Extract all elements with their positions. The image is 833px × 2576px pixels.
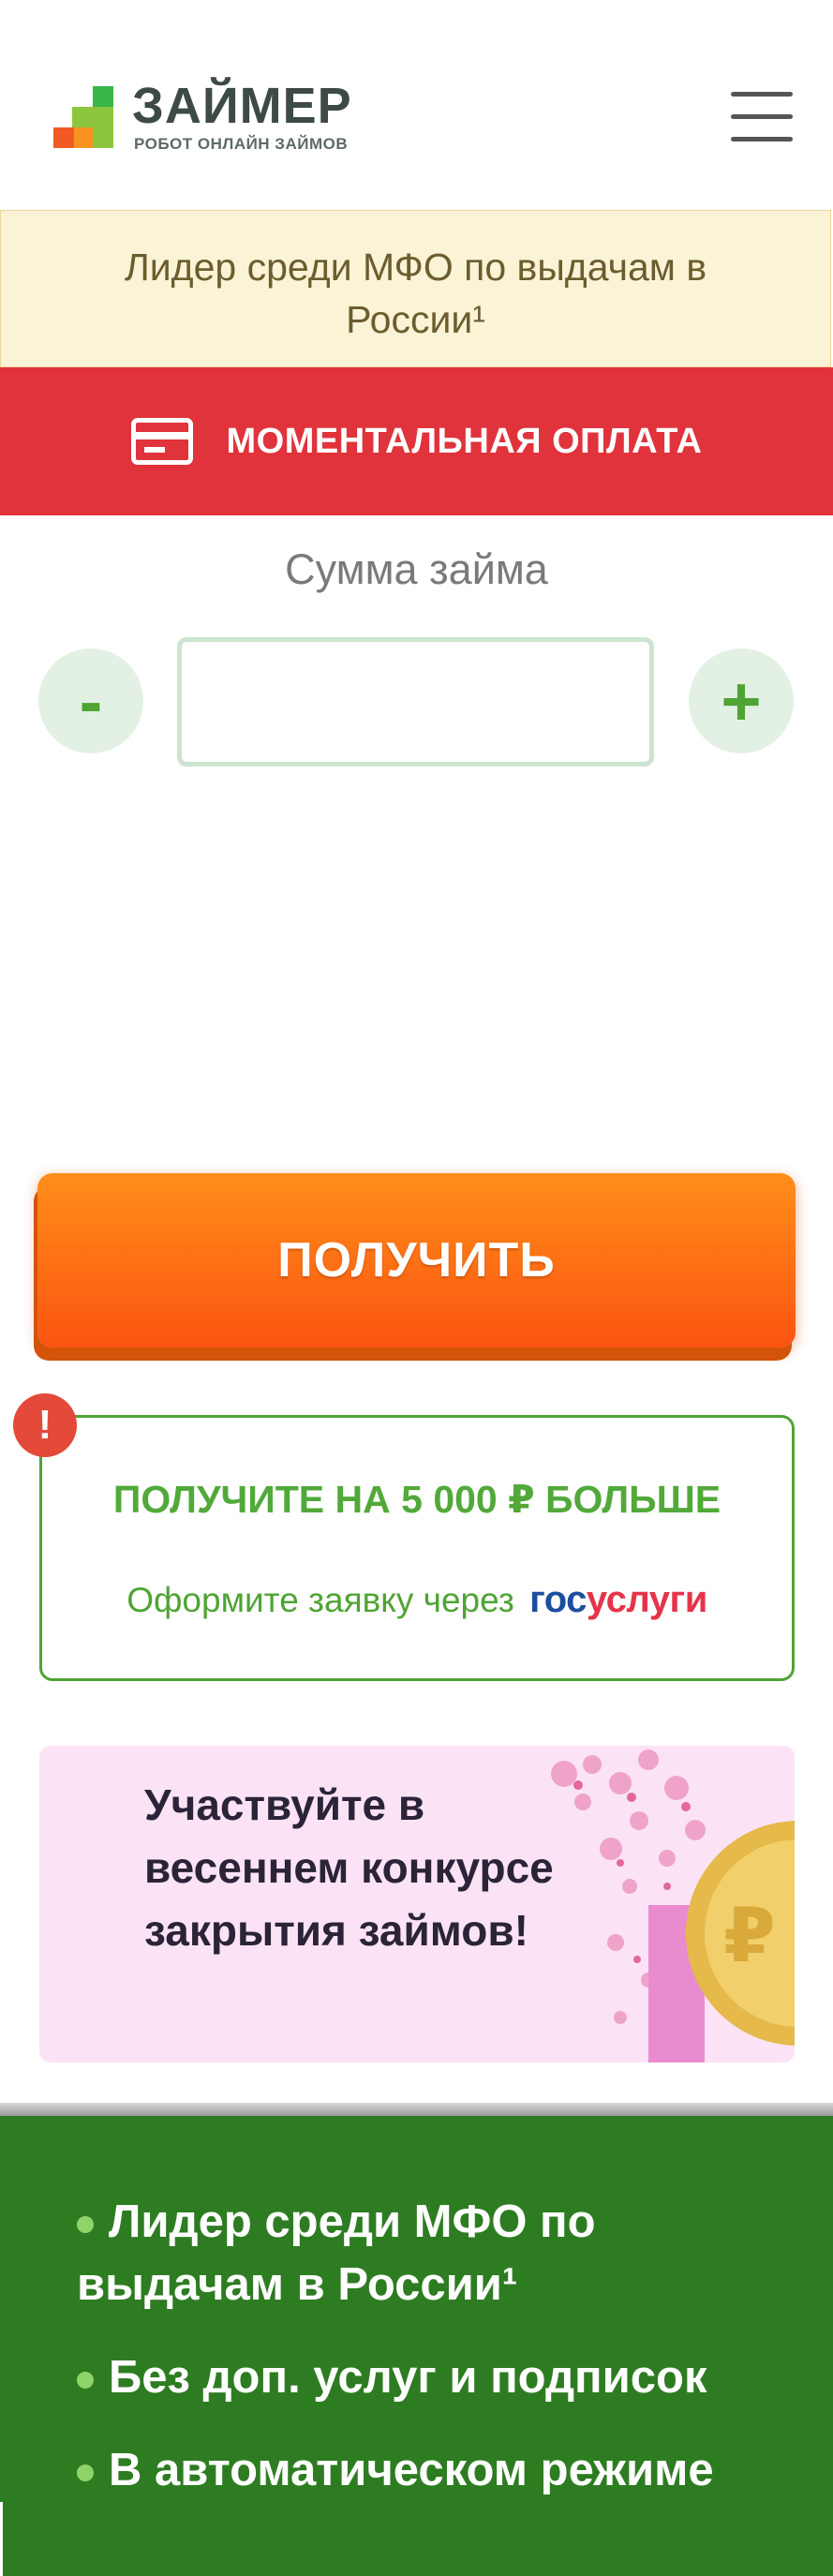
section-divider (0, 2103, 833, 2116)
decrement-amount-button[interactable]: - (38, 648, 143, 753)
edge-stripe (0, 2502, 3, 2576)
instant-payment-bar: МОМЕНТАЛЬНАЯ ОПЛАТА (0, 367, 833, 515)
svg-text:₽: ₽ (723, 1892, 776, 1979)
feature-item: В автоматическом режиме (77, 2439, 789, 2502)
features-list: Лидер среди МФО по выдачам в России¹ Без… (77, 2191, 789, 2532)
site-header: ЗАЙМЕР РОБОТ ОНЛАЙН ЗАЙМОВ (0, 0, 833, 210)
gosuslugi-offer-subtitle-row: Оформите заявку через госуслуги (42, 1579, 792, 1621)
gosuslugi-offer-subtitle: Оформите заявку через (126, 1581, 514, 1619)
increment-amount-button[interactable]: + (689, 648, 794, 753)
credit-card-icon (130, 418, 193, 465)
brand-name: ЗАЙМЕР (132, 78, 352, 134)
alert-icon: ! (13, 1393, 77, 1457)
bullet-icon (77, 2372, 94, 2390)
loan-amount-input[interactable] (177, 637, 654, 767)
features-section: Лидер среди МФО по выдачам в России¹ Без… (0, 2116, 833, 2576)
loan-amount-label: Сумма займа (285, 545, 548, 593)
bullet-icon (77, 2216, 94, 2234)
zaimer-logo[interactable]: ЗАЙМЕР РОБОТ ОНЛАЙН ЗАЙМОВ (53, 78, 372, 163)
gosuslugi-logo: госуслуги (529, 1579, 707, 1620)
get-loan-button[interactable]: ПОЛУЧИТЬ (37, 1173, 796, 1348)
feature-item: Без доп. услуг и подписок (77, 2346, 789, 2409)
feature-item: Лидер среди МФО по выдачам в России¹ (77, 2196, 596, 2310)
gosuslugi-offer-title: ПОЛУЧИТЕ НА 5 000 ₽ БОЛЬШЕ (112, 1478, 721, 1521)
leader-promo-bar: Лидер среди МФО по выдачам в России¹ (0, 210, 831, 367)
promo-text: Лидер среди МФО по выдачам в России¹ (124, 246, 707, 341)
instant-payment-label: МОМЕНТАЛЬНАЯ ОПЛАТА (226, 421, 703, 461)
spring-contest-banner[interactable]: Участвуйте в весеннем конкурсе закрытия … (39, 1746, 795, 2062)
gosuslugi-offer-card[interactable]: ПОЛУЧИТЕ НА 5 000 ₽ БОЛЬШЕ Оформите заяв… (39, 1415, 795, 1681)
brand-tagline: РОБОТ ОНЛАЙН ЗАЙМОВ (134, 135, 349, 153)
blossom-coin-illustration: ₽ (551, 1750, 795, 2062)
logo-mark-icon (53, 86, 121, 154)
bullet-icon (77, 2464, 94, 2482)
hamburger-menu-icon[interactable] (731, 90, 793, 144)
